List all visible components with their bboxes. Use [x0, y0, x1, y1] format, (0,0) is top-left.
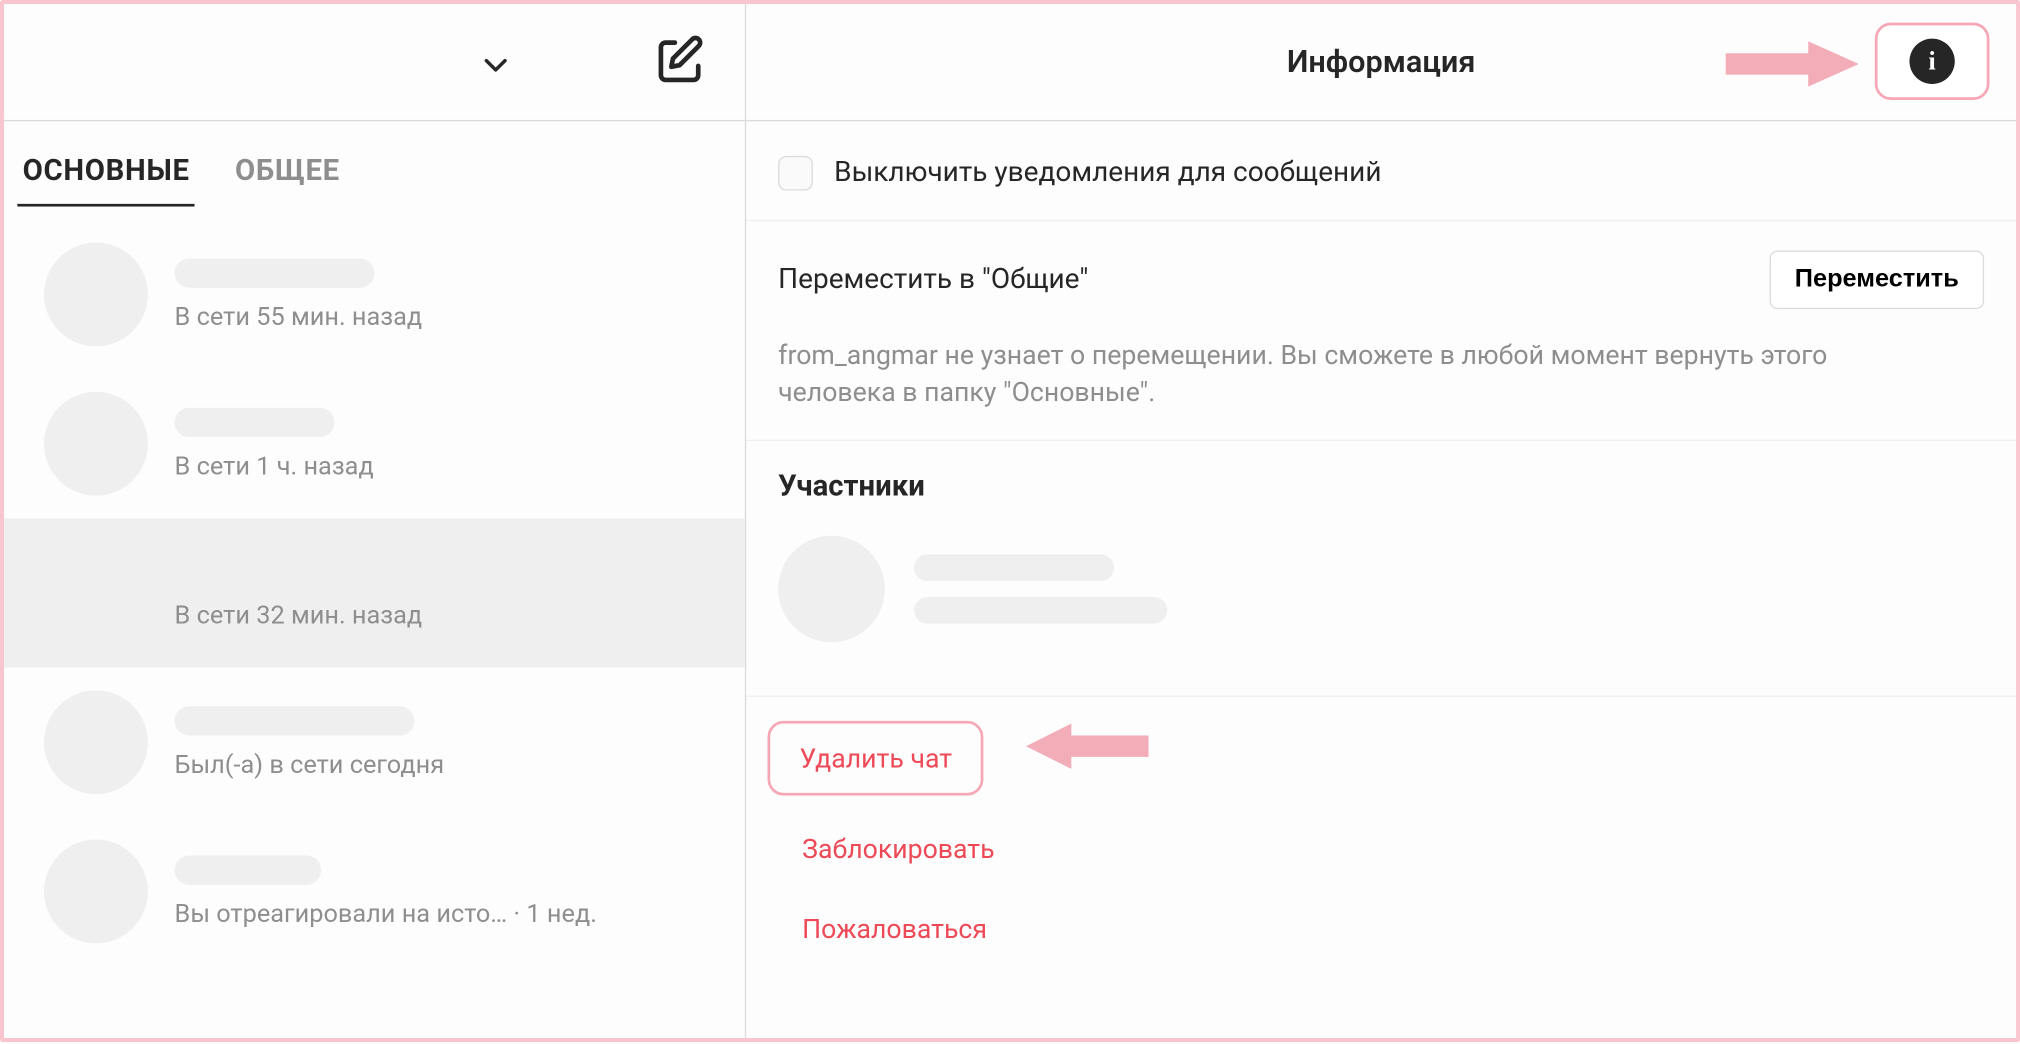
chat-texts: Был(-а) в сети сегодня	[175, 706, 713, 779]
compose-icon	[652, 33, 708, 89]
chat-item[interactable]: В сети 32 мин. назад	[4, 518, 745, 667]
chat-texts: В сети 32 мин. назад	[175, 556, 713, 629]
chat-list: В сети 55 мин. назад В сети 1 ч. назад В…	[4, 220, 745, 1038]
chat-status: Вы отреагировали на исто… · 1 нед.	[175, 897, 713, 928]
main-pane: Информация i Выключить уведомления для с…	[746, 4, 2016, 1038]
page-title: Информация	[1287, 44, 1476, 80]
avatar	[44, 392, 148, 496]
compose-button[interactable]	[652, 33, 708, 94]
main-header: Информация i	[746, 4, 2016, 121]
move-title: Переместить в "Общие"	[778, 264, 1088, 296]
avatar	[44, 690, 148, 794]
info-icon: i	[1909, 39, 1954, 84]
mute-label: Выключить уведомления для сообщений	[834, 157, 1381, 189]
block-button[interactable]: Заблокировать	[778, 809, 1018, 889]
sidebar: ОСНОВНЫЕ ОБЩЕЕ В сети 55 мин. назад В се…	[4, 4, 746, 1038]
info-panel: Выключить уведомления для сообщений Пере…	[746, 121, 2016, 1038]
chat-status: Был(-а) в сети сегодня	[175, 748, 713, 779]
avatar	[44, 243, 148, 347]
move-section: Переместить в "Общие" Переместить from_a…	[746, 220, 2016, 440]
chat-name-redacted	[175, 407, 335, 436]
avatar	[44, 839, 148, 943]
app-frame: ОСНОВНЫЕ ОБЩЕЕ В сети 55 мин. назад В се…	[0, 0, 2020, 1042]
members-heading: Участники	[778, 470, 1984, 503]
mute-checkbox[interactable]	[778, 156, 813, 191]
chat-name-redacted	[175, 258, 375, 287]
chat-status: В сети 1 ч. назад	[175, 450, 713, 481]
avatar	[44, 541, 148, 645]
inbox-tabs: ОСНОВНЫЕ ОБЩЕЕ	[4, 121, 745, 220]
member-text	[914, 554, 1167, 623]
chat-item[interactable]: Был(-а) в сети сегодня	[4, 668, 745, 817]
chat-name-redacted	[175, 855, 322, 884]
chat-status: В сети 55 мин. назад	[175, 300, 713, 331]
report-button[interactable]: Пожаловаться	[778, 889, 1011, 969]
danger-section: Удалить чат Заблокировать Пожаловаться	[746, 696, 2016, 969]
member-name-redacted	[914, 554, 1114, 581]
account-switcher[interactable]	[477, 47, 514, 90]
delete-chat-button[interactable]: Удалить чат	[768, 721, 985, 796]
sidebar-header	[4, 4, 745, 121]
annotation-arrow-right	[1726, 41, 1859, 86]
chat-name-redacted	[175, 706, 415, 735]
chat-name-redacted	[175, 556, 388, 585]
move-button[interactable]: Переместить	[1769, 251, 1984, 310]
tab-general[interactable]: ОБЩЕЕ	[232, 125, 342, 217]
chat-item[interactable]: В сети 1 ч. назад	[4, 369, 745, 518]
chat-texts: В сети 1 ч. назад	[175, 407, 713, 480]
members-section: Участники	[746, 440, 2016, 685]
info-button[interactable]: i	[1875, 23, 1990, 100]
move-description: from_angmar не узнает о перемещении. Вы …	[778, 336, 1911, 411]
member-row[interactable]	[778, 528, 1984, 656]
chevron-down-icon	[477, 47, 514, 84]
mute-section: Выключить уведомления для сообщений	[746, 121, 2016, 220]
annotation-arrow-left	[1026, 724, 1149, 769]
chat-item[interactable]: Вы отреагировали на исто… · 1 нед.	[4, 817, 745, 966]
chat-status: В сети 32 мин. назад	[175, 599, 713, 630]
chat-texts: В сети 55 мин. назад	[175, 258, 713, 331]
member-handle-redacted	[914, 597, 1167, 624]
tab-primary[interactable]: ОСНОВНЫЕ	[20, 125, 192, 217]
chat-texts: Вы отреагировали на исто… · 1 нед.	[175, 855, 713, 928]
avatar	[778, 536, 885, 643]
chat-item[interactable]: В сети 55 мин. назад	[4, 220, 745, 369]
